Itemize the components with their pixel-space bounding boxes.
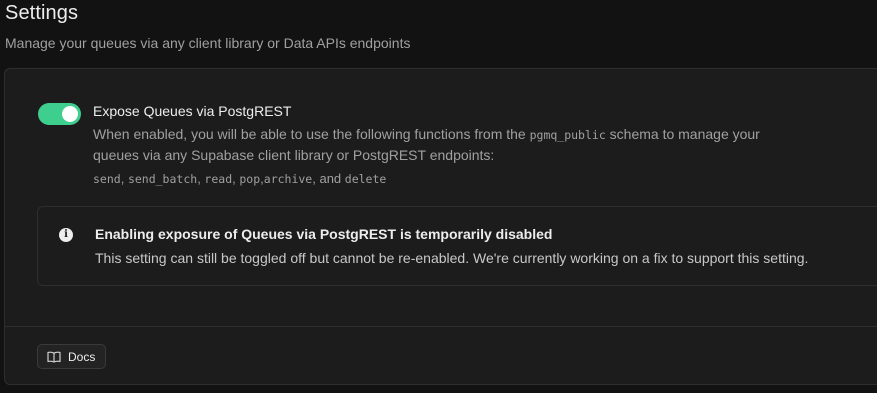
expose-queues-toggle[interactable] [38,103,81,125]
disabled-alert: i Enabling exposure of Queues via PostgR… [37,206,877,286]
expose-queues-description: When enabled, you will be able to use th… [93,124,773,165]
function-separator: , and [312,171,345,186]
docs-button[interactable]: Docs [37,344,107,369]
function-list: send, send_batch, read, pop,archive, and… [93,171,386,186]
footer-divider [5,326,877,327]
alert-title: Enabling exposure of Queues via PostgRES… [95,226,553,242]
function-separator: , [120,171,128,186]
function-read: read [204,172,233,186]
book-open-icon [47,351,61,363]
function-send: send [93,172,121,186]
alert-body: This setting can still be toggled off bu… [95,250,809,266]
page-subtitle: Manage your queues via any client librar… [5,35,411,51]
settings-card: Expose Queues via PostgREST When enabled… [4,68,877,385]
schema-code: pgmq_public [529,128,606,142]
page-title: Settings [5,2,79,24]
info-icon: i [59,228,73,242]
function-delete: delete [344,172,387,186]
function-pop: pop [239,172,261,186]
docs-button-label: Docs [68,349,96,364]
function-send-batch: send_batch [127,172,198,186]
expose-queues-label: Expose Queues via PostgREST [93,103,292,119]
description-text-start: When enabled, you will be able to use th… [93,126,530,142]
function-archive: archive [263,172,313,186]
toggle-knob [62,106,78,122]
